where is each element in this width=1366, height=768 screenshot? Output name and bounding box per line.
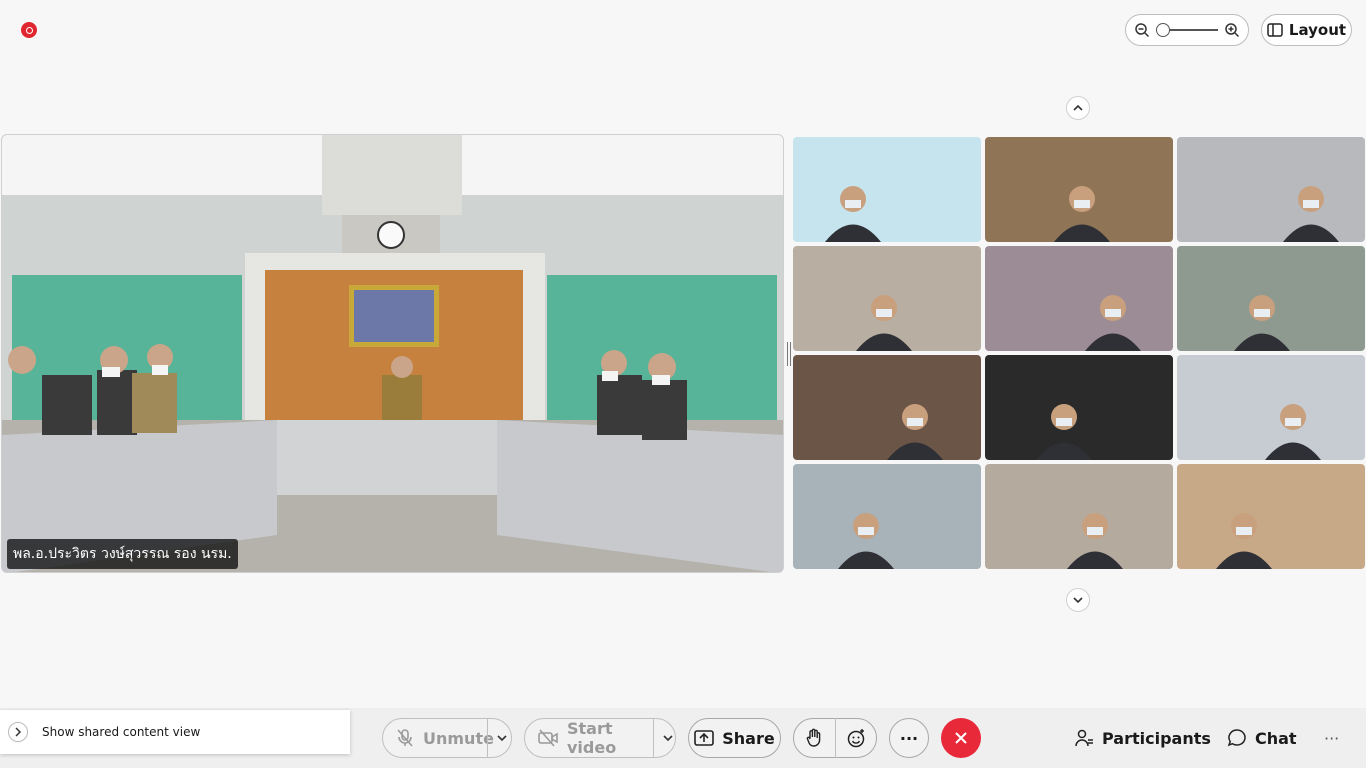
recording-indicator-icon	[21, 22, 37, 38]
participant-avatar	[887, 404, 943, 460]
active-speaker-video[interactable]: พล.อ.ประวิตร วงษ์สุวรรณ รอง นรม.	[1, 134, 784, 573]
participant-avatar	[1085, 295, 1141, 351]
reactions-group	[793, 718, 877, 758]
participant-avatar	[1216, 513, 1272, 569]
unmute-separator	[487, 718, 488, 758]
zoom-slider-knob[interactable]	[1156, 23, 1170, 37]
participants-icon	[1075, 729, 1093, 747]
conference-room-scene	[2, 135, 783, 572]
participant-video-tile[interactable]	[793, 464, 981, 569]
start-video-separator	[653, 718, 654, 758]
start-video-button[interactable]: Start video	[524, 718, 676, 758]
participant-avatar	[1067, 513, 1123, 569]
participant-video-tile[interactable]	[1177, 246, 1365, 351]
expand-shared-content-button[interactable]	[8, 722, 28, 742]
zoom-in-icon[interactable]	[1224, 22, 1240, 38]
participant-avatar	[1265, 404, 1321, 460]
participant-avatar	[1283, 186, 1339, 242]
layout-icon	[1267, 23, 1283, 37]
participant-avatar	[1234, 295, 1290, 351]
participant-video-tile[interactable]	[985, 246, 1173, 351]
share-label: Share	[722, 728, 775, 748]
chat-button[interactable]: Chat	[1227, 718, 1297, 758]
participant-avatar	[825, 186, 881, 242]
chevron-down-icon	[1073, 597, 1083, 604]
resize-handle[interactable]	[787, 342, 791, 366]
zoom-out-icon[interactable]	[1134, 22, 1150, 38]
scroll-up-button[interactable]	[1066, 96, 1090, 120]
participant-avatar	[1054, 186, 1110, 242]
participant-video-tile[interactable]	[1177, 355, 1365, 460]
chevron-down-icon[interactable]	[662, 732, 674, 744]
participant-video-tile[interactable]	[1177, 137, 1365, 242]
mic-muted-icon	[397, 729, 413, 747]
more-options-icon: ···	[899, 728, 919, 748]
close-icon	[955, 732, 967, 744]
leave-meeting-button[interactable]	[941, 718, 981, 758]
shared-content-panel[interactable]: Show shared content view	[0, 710, 350, 754]
participant-avatar	[838, 513, 894, 569]
layout-button[interactable]: Layout	[1261, 14, 1352, 46]
chevron-right-icon	[15, 727, 22, 737]
meeting-window: Layout พล.อ.ประวิตร วงษ์สุวรรณ รอง นรม. …	[0, 0, 1366, 768]
unmute-button[interactable]: Unmute	[382, 718, 512, 758]
participant-video-tile[interactable]	[793, 355, 981, 460]
zoom-control[interactable]	[1125, 14, 1249, 46]
participant-avatar	[856, 295, 912, 351]
chevron-up-icon	[1073, 104, 1083, 111]
reactions-button[interactable]	[835, 728, 876, 748]
speaker-name-tag: พล.อ.ประวิตร วงษ์สุวรรณ รอง นรม.	[7, 539, 238, 569]
raise-hand-icon	[806, 728, 821, 747]
emoji-icon	[847, 729, 864, 748]
unmute-label: Unmute	[423, 728, 494, 748]
layout-label: Layout	[1288, 21, 1347, 39]
participant-video-tile[interactable]	[985, 464, 1173, 569]
participant-video-tile[interactable]	[985, 355, 1173, 460]
overflow-menu-button[interactable]: ···	[1324, 718, 1339, 758]
participant-video-tile[interactable]	[985, 137, 1173, 242]
participant-video-tile[interactable]	[1177, 464, 1365, 569]
chat-icon	[1227, 729, 1246, 747]
raise-hand-button[interactable]	[794, 728, 835, 748]
camera-off-icon	[538, 729, 558, 747]
share-screen-icon	[694, 730, 715, 746]
participant-video-tile[interactable]	[793, 246, 981, 351]
participants-button[interactable]: Participants	[1074, 718, 1211, 758]
participant-grid	[793, 137, 1366, 571]
chevron-down-icon[interactable]	[496, 732, 508, 744]
start-video-label: Start video	[567, 719, 617, 757]
share-button[interactable]: Share	[688, 718, 781, 758]
participants-label: Participants	[1102, 728, 1211, 748]
scroll-down-button[interactable]	[1066, 588, 1090, 612]
overflow-menu-icon: ···	[1324, 728, 1340, 748]
participant-avatar	[1036, 404, 1092, 460]
chat-label: Chat	[1255, 728, 1297, 748]
zoom-slider[interactable]	[1156, 22, 1218, 38]
participant-video-tile[interactable]	[793, 137, 981, 242]
more-options-button[interactable]: ···	[889, 718, 929, 758]
shared-content-label: Show shared content view	[42, 725, 201, 739]
